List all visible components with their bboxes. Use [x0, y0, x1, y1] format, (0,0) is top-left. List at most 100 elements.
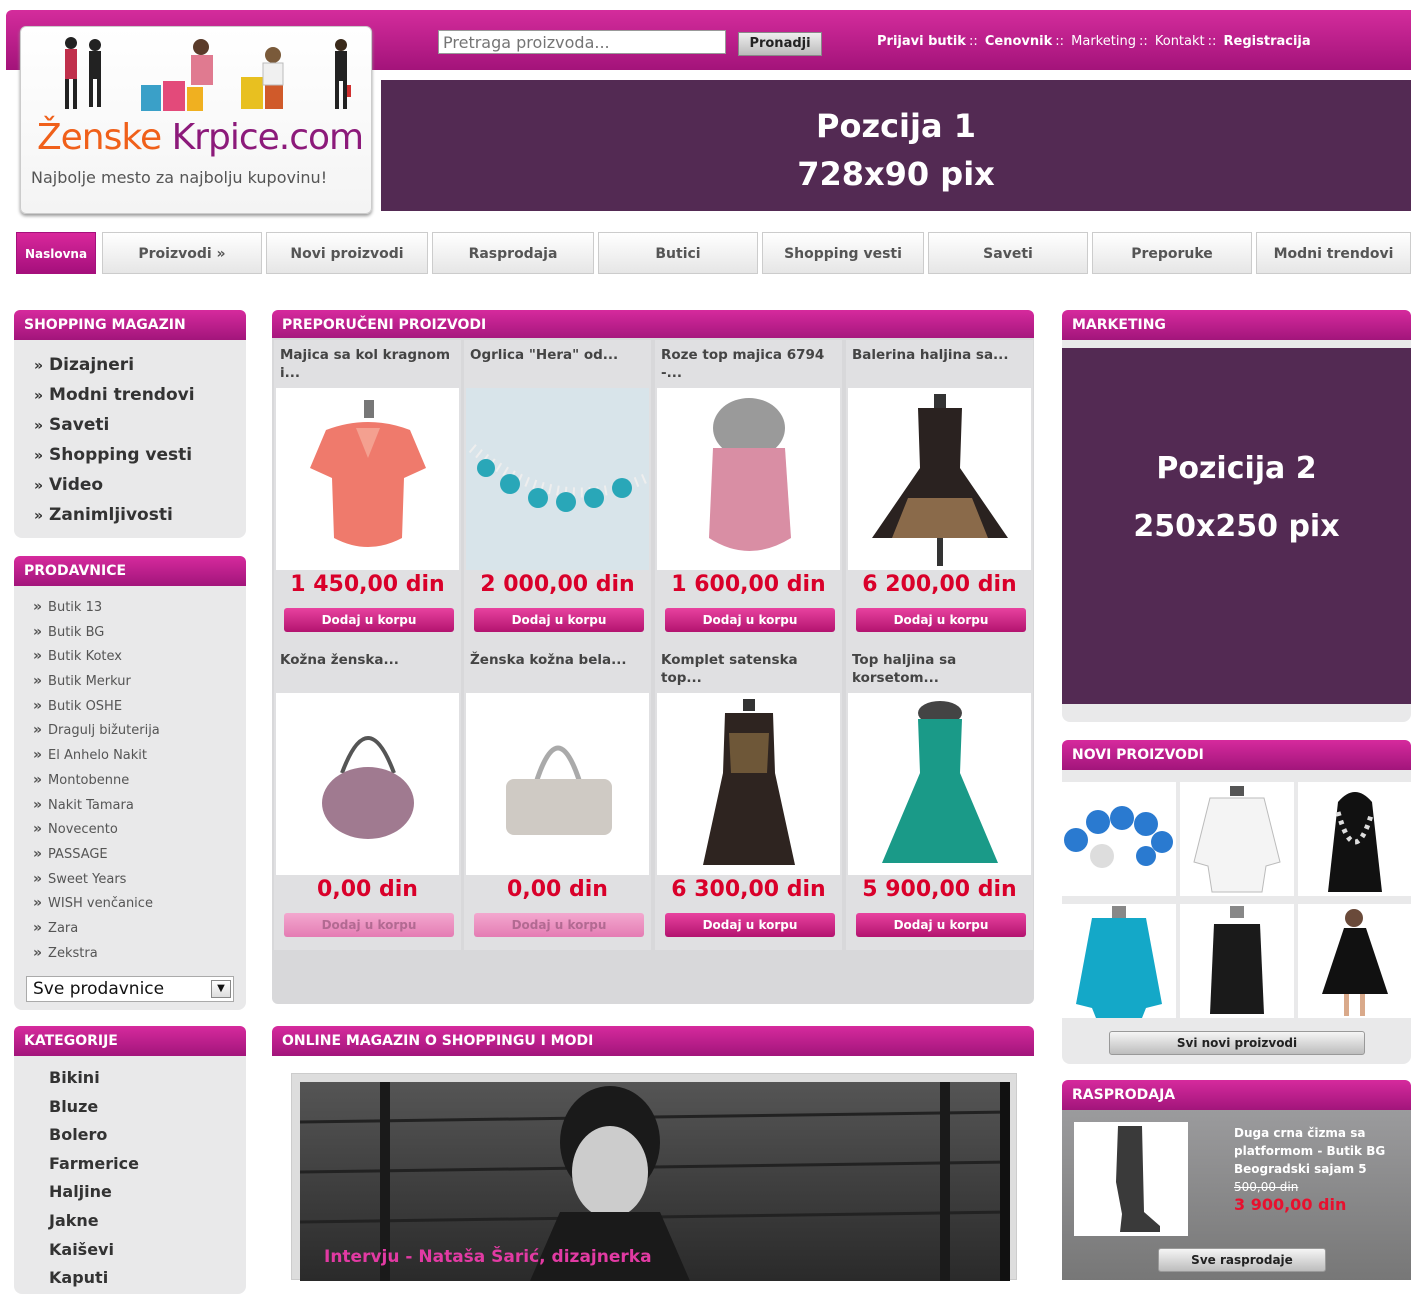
product-card: Komplet satenska top... 6 300,00 din Dod… — [655, 645, 842, 950]
product-image[interactable] — [657, 388, 840, 570]
product-price: 6 300,00 din — [671, 877, 826, 902]
list-item[interactable]: » Nakit Tamara — [33, 795, 160, 820]
list-item[interactable]: » Dizajneri — [34, 352, 195, 382]
add-to-cart-button[interactable]: Dodaj u korpu — [856, 913, 1026, 937]
link-registracija[interactable]: Registracija — [1224, 34, 1311, 49]
new-product-thumb[interactable] — [1062, 904, 1176, 1018]
product-title[interactable]: Balerina haljina sa... — [852, 346, 1030, 364]
all-sales-button[interactable]: Sve rasprodaje — [1158, 1248, 1326, 1272]
novi-proizvodi-heading: NOVI PROIZVODI — [1062, 740, 1411, 770]
add-to-cart-button[interactable]: Dodaj u korpu — [284, 608, 454, 632]
add-to-cart-button[interactable]: Dodaj u korpu — [284, 913, 454, 937]
nav-rasprodaja[interactable]: Rasprodaja — [432, 232, 594, 274]
add-to-cart-button[interactable]: Dodaj u korpu — [474, 913, 644, 937]
link-prijavi-butik[interactable]: Prijavi butik — [877, 34, 966, 49]
product-card: Majica sa kol kragnom i... 1 450,00 din … — [274, 340, 461, 645]
link-marketing[interactable]: Marketing — [1071, 34, 1136, 49]
product-price: 5 900,00 din — [862, 877, 1017, 902]
add-to-cart-button[interactable]: Dodaj u korpu — [665, 608, 835, 632]
list-item[interactable]: » Sweet Years — [33, 869, 160, 894]
product-image[interactable] — [276, 388, 459, 570]
list-item[interactable]: » Video — [34, 472, 195, 502]
product-image[interactable] — [848, 693, 1031, 875]
list-item[interactable]: » Butik OSHE — [33, 696, 160, 721]
list-item[interactable]: » Butik 13 — [33, 597, 160, 622]
list-item[interactable]: Bolero — [49, 1123, 139, 1152]
prodavnice-select[interactable]: Sve prodavnice ▼ — [26, 976, 234, 1002]
sale-product-image[interactable] — [1074, 1122, 1188, 1236]
link-cenovnik[interactable]: Cenovnik — [985, 34, 1052, 49]
list-item[interactable]: Kaputi — [49, 1266, 139, 1295]
product-image[interactable] — [466, 693, 649, 875]
list-item[interactable]: » Dragulj bižuterija — [33, 720, 160, 745]
sale-product-title[interactable]: Duga crna čizma sa platformom - Butik BG… — [1234, 1124, 1404, 1178]
list-item[interactable]: » Montobenne — [33, 770, 160, 795]
product-image[interactable] — [466, 388, 649, 570]
new-product-thumb[interactable] — [1298, 904, 1411, 1018]
nav-naslovna[interactable]: Naslovna — [16, 232, 96, 274]
list-item[interactable]: » WISH venčanice — [33, 893, 160, 918]
list-item[interactable]: » Saveti — [34, 412, 195, 442]
search-input[interactable] — [438, 30, 726, 54]
product-title[interactable]: Komplet satenska top... — [661, 651, 839, 687]
list-item[interactable]: » Zanimljivosti — [34, 502, 195, 532]
product-image[interactable] — [657, 693, 840, 875]
double-chevron-icon: » — [34, 418, 44, 434]
list-item[interactable]: » El Anhelo Nakit — [33, 745, 160, 770]
prodavnice-list: » Butik 13 » Butik BG » Butik Kotex » Butik … — [33, 597, 160, 967]
new-product-thumb[interactable] — [1298, 782, 1411, 896]
list-item[interactable]: » Zekstra — [33, 943, 160, 968]
magazine-caption[interactable]: Intervju - Nataša Šarić, dizajnerka — [324, 1247, 652, 1267]
nav-shopping-vesti[interactable]: Shopping vesti — [762, 232, 924, 274]
nav-novi-proizvodi[interactable]: Novi proizvodi — [266, 232, 428, 274]
sale-old-price: 500,00 din — [1234, 1180, 1299, 1194]
product-image[interactable] — [848, 388, 1031, 570]
list-item[interactable]: » PASSAGE — [33, 844, 160, 869]
nav-proizvodi[interactable]: Proizvodi » — [102, 232, 262, 274]
product-image[interactable] — [276, 693, 459, 875]
list-item[interactable]: » Shopping vesti — [34, 442, 195, 472]
add-to-cart-button[interactable]: Dodaj u korpu — [665, 913, 835, 937]
product-title[interactable]: Roze top majica 6794 -... — [661, 346, 839, 382]
product-title[interactable]: Top haljina sa korsetom... — [852, 651, 1030, 687]
list-item[interactable]: » Butik BG — [33, 622, 160, 647]
list-item[interactable]: » Zara — [33, 918, 160, 943]
dress-icon — [1322, 909, 1388, 1016]
nav-butici[interactable]: Butici — [598, 232, 758, 274]
chevron-down-icon[interactable]: ▼ — [211, 980, 231, 998]
magazine-photo[interactable]: Intervju - Nataša Šarić, dizajnerka — [300, 1082, 1010, 1281]
shopping-magazin-list: » Dizajneri » Modni trendovi » Saveti » Shop… — [34, 352, 195, 532]
sale-new-price: 3 900,00 din — [1234, 1195, 1347, 1214]
list-item[interactable]: Jakne — [49, 1209, 139, 1238]
product-title[interactable]: Ogrlica "Hera" od... — [470, 346, 648, 364]
add-to-cart-button[interactable]: Dodaj u korpu — [474, 608, 644, 632]
ad-banner-position-1[interactable]: Pozcija 1 728x90 pix — [381, 80, 1411, 211]
new-product-thumb[interactable] — [1062, 782, 1176, 896]
list-item[interactable]: Bikini — [49, 1066, 139, 1095]
nav-saveti[interactable]: Saveti — [928, 232, 1088, 274]
new-product-thumb[interactable] — [1180, 904, 1294, 1018]
add-to-cart-button[interactable]: Dodaj u korpu — [856, 608, 1026, 632]
all-new-products-button[interactable]: Svi novi proizvodi — [1109, 1031, 1365, 1055]
search-button[interactable]: Pronadji — [738, 32, 822, 56]
site-logo[interactable]: Ženske Krpice.com Najbolje mesto za najb… — [20, 26, 372, 214]
magazine-feature[interactable]: Intervju - Nataša Šarić, dizajnerka — [291, 1073, 1017, 1281]
list-item[interactable]: Haljine — [49, 1180, 139, 1209]
list-item[interactable]: Farmerice — [49, 1152, 139, 1181]
list-item[interactable]: » Butik Kotex — [33, 646, 160, 671]
nav-preporuke[interactable]: Preporuke — [1092, 232, 1252, 274]
banner-title: Pozcija 1 — [816, 107, 976, 145]
list-item[interactable]: » Novecento — [33, 819, 160, 844]
product-title[interactable]: Kožna ženska... — [280, 651, 458, 669]
product-title[interactable]: Ženska kožna bela... — [470, 651, 648, 669]
list-item[interactable]: Kaiševi — [49, 1238, 139, 1267]
product-title[interactable]: Majica sa kol kragnom i... — [280, 346, 458, 382]
link-kontakt[interactable]: Kontakt — [1155, 34, 1205, 49]
ad-banner-position-2[interactable]: Pozicija 2 250x250 pix — [1062, 348, 1411, 704]
list-item[interactable]: » Butik Merkur — [33, 671, 160, 696]
new-product-thumb[interactable] — [1180, 782, 1294, 896]
nav-modni-trendovi[interactable]: Modni trendovi — [1256, 232, 1411, 274]
product-price: 2 000,00 din — [480, 572, 635, 597]
list-item[interactable]: Bluze — [49, 1095, 139, 1124]
list-item[interactable]: » Modni trendovi — [34, 382, 195, 412]
